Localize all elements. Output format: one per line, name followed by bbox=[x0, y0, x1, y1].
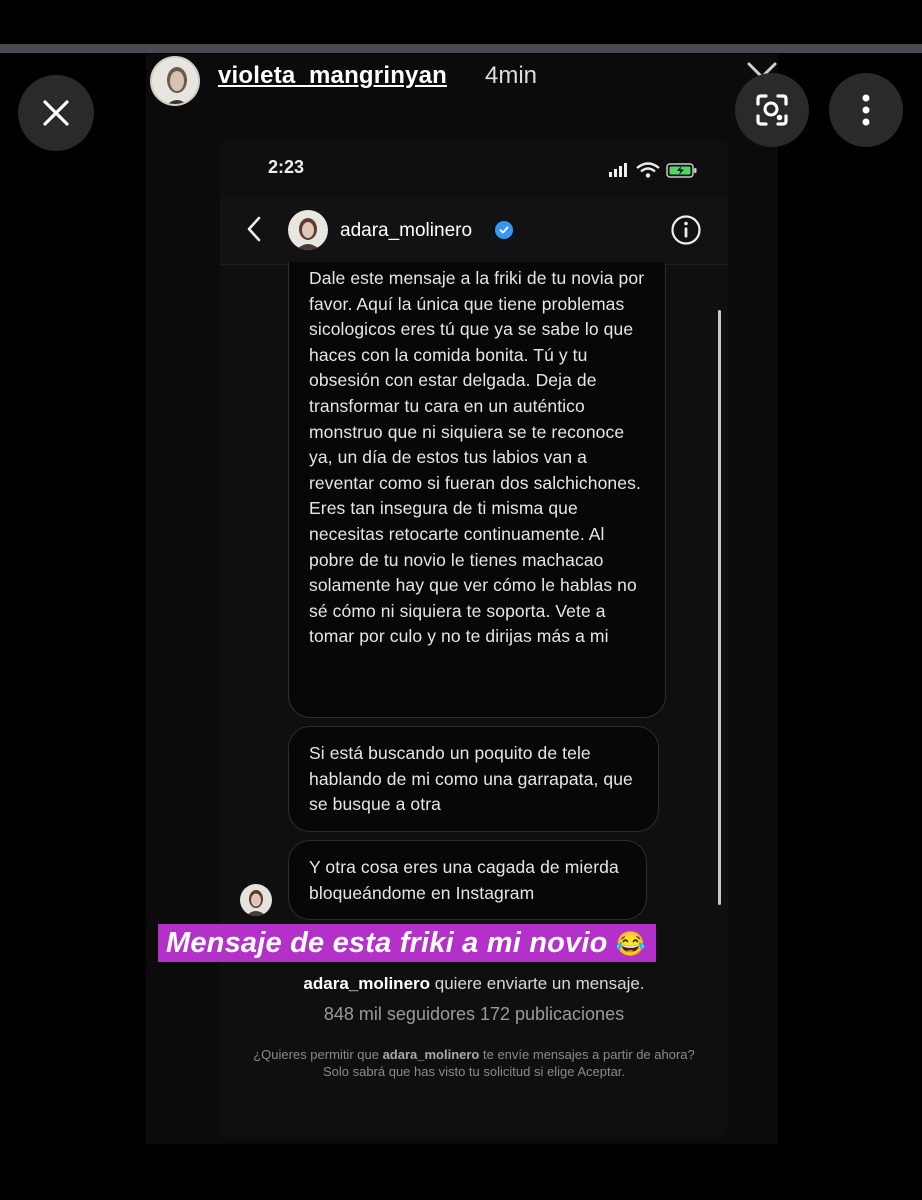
message-bubble: Si está buscando un poquito de tele habl… bbox=[288, 726, 659, 832]
verified-badge-icon bbox=[495, 221, 513, 239]
chevron-left-icon bbox=[247, 216, 261, 242]
message-bubble: Y otra cosa eres una cagada de mierda bl… bbox=[288, 840, 647, 920]
message-request-line: adara_molinero quiere enviarte un mensaj… bbox=[220, 974, 728, 994]
story-avatar[interactable] bbox=[150, 56, 200, 106]
signal-icon bbox=[609, 163, 627, 177]
status-bar-icons bbox=[607, 160, 699, 185]
avatar-portrait-icon bbox=[246, 890, 266, 916]
visual-search-button[interactable] bbox=[735, 73, 809, 147]
laughing-emoji-icon: 😂 bbox=[615, 931, 646, 958]
story-timestamp: 4min bbox=[485, 62, 538, 89]
permission-prompt: ¿Quieres permitir que adara_molinero te … bbox=[240, 1046, 708, 1080]
avatar-portrait-icon bbox=[296, 218, 320, 250]
message-bubble: Dale este mensaje a la friki de tu novia… bbox=[288, 262, 666, 718]
chat-avatar[interactable] bbox=[288, 210, 328, 250]
close-icon bbox=[43, 100, 69, 126]
info-icon bbox=[671, 215, 701, 245]
viewer-divider bbox=[0, 44, 922, 53]
back-button[interactable] bbox=[244, 212, 264, 251]
chat-scrollbar[interactable] bbox=[718, 310, 721, 905]
battery-icon bbox=[666, 163, 697, 178]
story-caption: Mensaje de esta friki a mi novio 😂 bbox=[158, 924, 656, 962]
info-button[interactable] bbox=[670, 214, 702, 251]
more-options-button[interactable] bbox=[829, 73, 903, 147]
caption-text: Mensaje de esta friki a mi novio bbox=[166, 927, 608, 959]
status-bar-time: 2:23 bbox=[268, 157, 305, 177]
lens-icon bbox=[756, 94, 788, 126]
story-username[interactable]: violeta_mangrinyan bbox=[218, 62, 447, 90]
close-viewer-button[interactable] bbox=[18, 75, 94, 151]
profile-stats: 848 mil seguidores 172 publicaciones bbox=[323, 1004, 625, 1024]
permit-prefix: ¿Quieres permitir que bbox=[253, 1047, 383, 1062]
chat-username[interactable]: adara_molinero bbox=[340, 220, 472, 242]
wifi-icon bbox=[636, 162, 660, 178]
sender-avatar bbox=[240, 884, 272, 916]
request-text: quiere enviarte un mensaje. bbox=[430, 974, 645, 993]
request-username: adara_molinero bbox=[303, 974, 431, 993]
more-vertical-icon bbox=[862, 94, 870, 126]
permit-username: adara_molinero bbox=[382, 1047, 480, 1062]
viewer-top-bar bbox=[0, 0, 922, 44]
